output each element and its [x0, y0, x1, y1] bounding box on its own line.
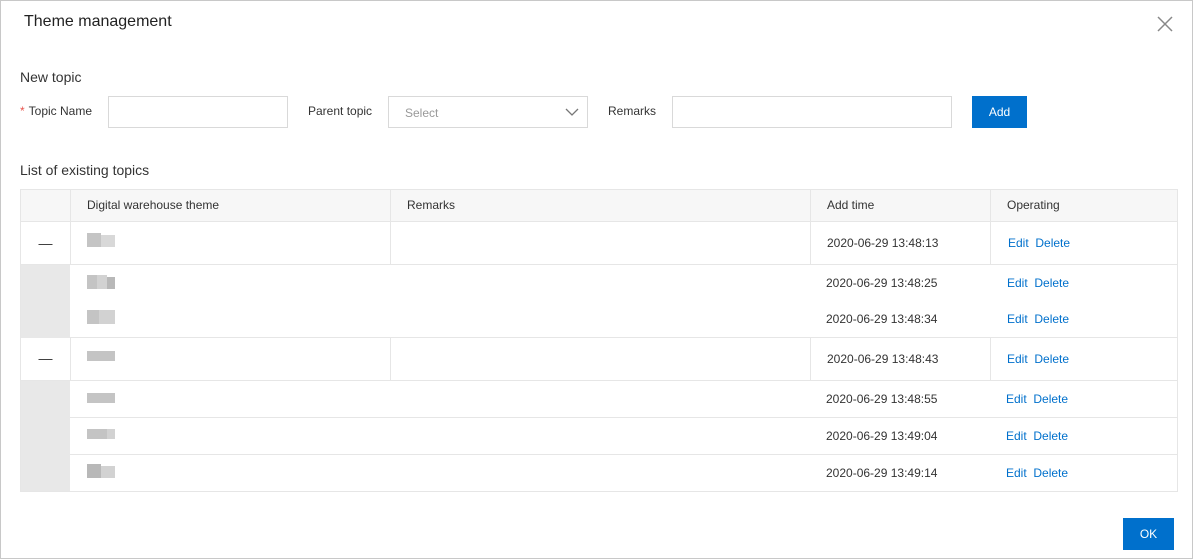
- edit-link[interactable]: Edit: [1006, 429, 1027, 443]
- chevron-down-icon: [565, 108, 579, 116]
- table-row: — 2020-06-29 13:48:13 Edit Delete: [21, 222, 1177, 265]
- table-row: — 2020-06-29 13:48:43 Edit Delete: [21, 338, 1177, 381]
- parent-topic-select[interactable]: Select: [388, 96, 588, 128]
- edit-link[interactable]: Edit: [1006, 466, 1027, 480]
- required-mark: *: [20, 104, 25, 118]
- edit-link[interactable]: Edit: [1006, 392, 1027, 406]
- new-topic-heading: New topic: [20, 69, 82, 85]
- remarks-input[interactable]: [672, 96, 952, 128]
- topic-name-input[interactable]: [108, 96, 288, 128]
- theme-management-dialog: Theme management New topic * Topic Name P…: [0, 0, 1193, 559]
- ok-button[interactable]: OK: [1123, 518, 1174, 550]
- redacted-topic-name: [87, 233, 115, 247]
- collapse-toggle[interactable]: —: [21, 235, 70, 251]
- delete-link[interactable]: Delete: [1033, 466, 1068, 480]
- row-actions: Edit Delete: [1007, 352, 1069, 366]
- add-time: 2020-06-29 13:48:43: [827, 352, 939, 366]
- add-time: 2020-06-29 13:49:04: [826, 429, 938, 443]
- redacted-topic-name: [87, 351, 115, 365]
- row-actions: Edit Delete: [1006, 392, 1068, 406]
- redacted-topic-name: [87, 275, 115, 289]
- redacted-topic-name: [87, 429, 115, 443]
- row-actions: Edit Delete: [1006, 466, 1068, 480]
- row-actions: Edit Delete: [1008, 236, 1070, 250]
- topics-table: Digital warehouse theme Remarks Add time…: [20, 189, 1178, 492]
- table-row: 2020-06-29 13:49:14 Edit Delete: [21, 455, 1177, 491]
- add-button[interactable]: Add: [972, 96, 1027, 128]
- remarks-label: Remarks: [608, 104, 657, 118]
- delete-link[interactable]: Delete: [1034, 312, 1069, 326]
- table-row: 2020-06-29 13:48:34 Edit Delete: [21, 301, 1177, 338]
- table-header: Digital warehouse theme Remarks Add time…: [21, 190, 1177, 222]
- table-row: 2020-06-29 13:48:25 Edit Delete: [21, 265, 1177, 301]
- edit-link[interactable]: Edit: [1007, 352, 1028, 366]
- collapse-toggle[interactable]: —: [21, 350, 70, 366]
- delete-link[interactable]: Delete: [1035, 236, 1070, 250]
- row-actions: Edit Delete: [1007, 276, 1069, 290]
- delete-link[interactable]: Delete: [1034, 276, 1069, 290]
- edit-link[interactable]: Edit: [1008, 236, 1029, 250]
- row-actions: Edit Delete: [1007, 312, 1069, 326]
- edit-link[interactable]: Edit: [1007, 276, 1028, 290]
- redacted-topic-name: [87, 393, 115, 407]
- delete-link[interactable]: Delete: [1033, 392, 1068, 406]
- column-header-remarks: Remarks: [390, 190, 810, 221]
- redacted-topic-name: [87, 310, 115, 324]
- add-time: 2020-06-29 13:49:14: [826, 466, 938, 480]
- column-header-theme: Digital warehouse theme: [70, 190, 390, 221]
- delete-link[interactable]: Delete: [1034, 352, 1069, 366]
- table-row: 2020-06-29 13:48:55 Edit Delete: [21, 381, 1177, 418]
- column-header-operating: Operating: [990, 190, 1177, 221]
- dialog-title: Theme management: [24, 13, 172, 30]
- parent-topic-placeholder: Select: [405, 106, 439, 120]
- add-time: 2020-06-29 13:48:13: [827, 236, 939, 250]
- parent-topic-label: Parent topic: [308, 104, 373, 118]
- edit-link[interactable]: Edit: [1007, 312, 1028, 326]
- column-header-add-time: Add time: [810, 190, 990, 221]
- table-row: 2020-06-29 13:49:04 Edit Delete: [21, 418, 1177, 455]
- add-time: 2020-06-29 13:48:55: [826, 392, 938, 406]
- topic-name-label: * Topic Name: [20, 104, 93, 118]
- redacted-topic-name: [87, 464, 115, 478]
- add-time: 2020-06-29 13:48:34: [826, 312, 938, 326]
- delete-link[interactable]: Delete: [1033, 429, 1068, 443]
- close-icon[interactable]: [1154, 13, 1176, 35]
- list-heading: List of existing topics: [20, 162, 150, 178]
- row-actions: Edit Delete: [1006, 429, 1068, 443]
- add-time: 2020-06-29 13:48:25: [826, 276, 938, 290]
